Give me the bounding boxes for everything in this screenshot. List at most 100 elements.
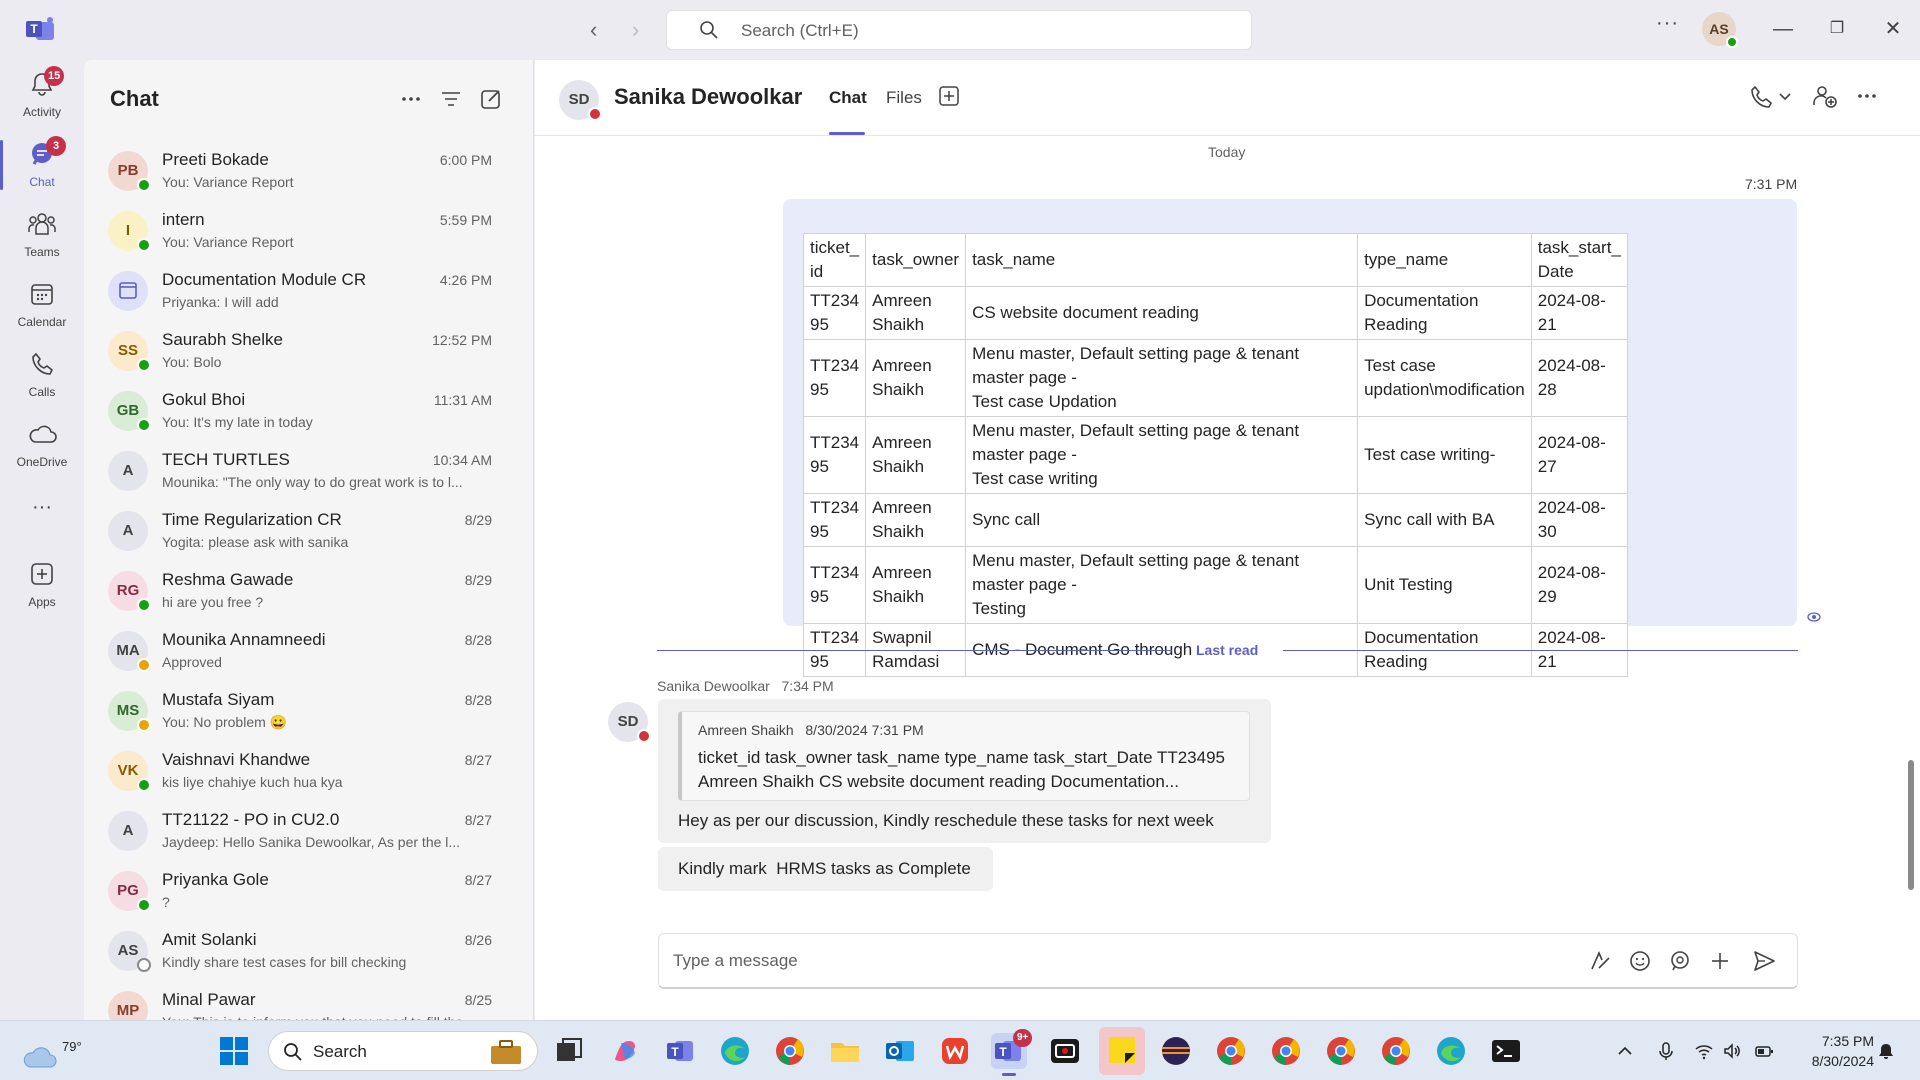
attach-plus-icon[interactable] (1707, 948, 1733, 974)
forward-arrow-icon[interactable]: › (632, 16, 639, 44)
outlook-icon[interactable] (882, 1033, 918, 1069)
windows-start-icon[interactable] (218, 1035, 250, 1067)
app-bar: Activity 15 Chat 3 Teams Calendar Calls … (0, 60, 84, 1020)
rail-more-button[interactable]: ··· (0, 490, 84, 530)
chrome-icon[interactable] (1378, 1033, 1414, 1069)
chat-list-item[interactable]: AS Amit Solanki Kindly share test cases fo… (96, 920, 518, 978)
table-cell: Sync call (965, 493, 1359, 547)
task-view-icon[interactable] (551, 1033, 587, 1069)
quoted-reply[interactable]: Amreen Shaikh 8/30/2024 7:31 PM ticket_i… (678, 711, 1250, 801)
edge-icon[interactable] (717, 1033, 753, 1069)
new-chat-icon[interactable] (478, 86, 504, 112)
tab-files[interactable]: Files (886, 88, 922, 108)
windows-taskbar: 79° Search T T 9+ 7:35 PM 8/30/2024 (0, 1020, 1920, 1080)
teams-classic-icon[interactable]: T (663, 1033, 699, 1069)
add-tab-icon[interactable] (937, 84, 961, 108)
search-input[interactable]: Search (Ctrl+E) (666, 10, 1252, 50)
settings-more-button[interactable]: ··· (1656, 12, 1679, 35)
back-arrow-icon[interactable]: ‹ (590, 16, 597, 44)
minimize-button[interactable]: — (1768, 14, 1798, 44)
rail-item-apps[interactable]: Apps (0, 552, 84, 618)
chat-list-pane: Chat PB Preeti Bokade You: Variance Report… (84, 60, 534, 1020)
chat-list-item[interactable]: A Time Regularization CR Yogita: please as… (96, 500, 518, 558)
teams-app-active[interactable]: T 9+ (991, 1029, 1033, 1076)
chat-list-item[interactable]: SS Saurabh Shelke You: Bolo 12:52 PM (96, 320, 518, 378)
emoji-icon[interactable] (1627, 948, 1653, 974)
table-cell: Test case writing- (1357, 416, 1532, 494)
table-cell: 2024-08-30 (1530, 493, 1628, 547)
chat-list-item[interactable]: PG Priyanka Gole? 8/27 (96, 860, 518, 918)
chat-list-item[interactable]: A TT21122 - PO in CU2.0 Jaydeep: Hello San… (96, 800, 518, 858)
contact-avatar[interactable]: SD (559, 80, 602, 121)
send-icon[interactable] (1751, 948, 1777, 974)
call-icon[interactable] (1747, 82, 1775, 110)
more-options-icon[interactable] (1853, 82, 1881, 110)
chat-list-item[interactable]: RG Reshma Gawade hi are you free ? 8/29 (96, 560, 518, 618)
close-button[interactable]: ✕ (1878, 14, 1908, 44)
format-icon[interactable] (1587, 948, 1613, 974)
chevron-down-icon[interactable] (1777, 82, 1793, 110)
message-input[interactable] (673, 948, 1473, 974)
rail-item-teams[interactable]: Teams (0, 202, 84, 268)
file-explorer-icon[interactable] (827, 1033, 863, 1069)
rail-item-calls[interactable]: Calls (0, 342, 84, 408)
chat-time: 8/26 (464, 932, 492, 948)
chat-list-item[interactable]: GB Gokul Bhoi You: It's my late in today 11… (96, 380, 518, 438)
microphone-icon[interactable] (1656, 1041, 1676, 1061)
incoming-message-bubble[interactable]: Amreen Shaikh 8/30/2024 7:31 PM ticket_i… (658, 699, 1271, 843)
notification-bell-icon[interactable] (1876, 1041, 1896, 1061)
chrome-icon[interactable] (1268, 1033, 1304, 1069)
chat-avatar: A (108, 451, 148, 491)
last-read-label: Last read (1196, 642, 1259, 658)
incoming-message-bubble[interactable]: Kindly mark HRMS tasks as Complete (658, 847, 993, 891)
chat-list-item[interactable]: VK Vaishnavi Khandwe kis liye chahiye kuch… (96, 740, 518, 798)
chrome-icon[interactable] (1323, 1033, 1359, 1069)
chat-list-item[interactable]: MA Mounika Annamneedi Approved 8/28 (96, 620, 518, 678)
chat-list-item[interactable]: Iintern You: Variance Report 5:59 PM (96, 200, 518, 258)
compose-box[interactable] (658, 933, 1798, 989)
chat-list-item[interactable]: A TECH TURTLES Mounika: "The only way to d… (96, 440, 518, 498)
weather-widget[interactable]: 79° (22, 1031, 82, 1071)
battery-icon[interactable] (1754, 1041, 1774, 1061)
system-clock[interactable]: 7:35 PM 8/30/2024 (1790, 1031, 1874, 1071)
loop-icon[interactable] (1667, 948, 1693, 974)
chat-list-item[interactable]: Documentation Module CR Priyanka: I will … (96, 260, 518, 318)
edge-icon[interactable] (1433, 1033, 1469, 1069)
my-message-bubble[interactable]: ticket_ id task_owner task_name type_name ta… (783, 199, 1797, 677)
chat-list-item[interactable]: MS Mustafa Siyam You: No problem 😀 8/28 (96, 680, 518, 738)
screen-recorder-icon[interactable] (1047, 1033, 1083, 1069)
chrome-icon[interactable] (1213, 1033, 1249, 1069)
chat-list-item[interactable]: MPMinal PawarYou: This is to inform you … (96, 980, 518, 1020)
chat-avatar: VK (108, 751, 151, 792)
restore-button[interactable]: ❐ (1822, 14, 1852, 44)
sticky-notes-app[interactable] (1099, 1027, 1145, 1075)
last-read-divider (1283, 650, 1798, 651)
more-options-icon[interactable] (398, 86, 424, 112)
chevron-up-icon[interactable] (1615, 1041, 1635, 1061)
profile-avatar[interactable]: AS (1702, 12, 1738, 48)
scrollbar-thumb[interactable] (1908, 760, 1914, 890)
taskbar-search[interactable]: Search (268, 1031, 538, 1071)
rail-item-chat[interactable]: Chat 3 (0, 132, 84, 198)
terminal-icon[interactable] (1488, 1033, 1524, 1069)
rail-item-activity[interactable]: Activity 15 (0, 62, 84, 128)
add-people-icon[interactable] (1811, 82, 1839, 110)
chat-time: 5:59 PM (439, 212, 492, 228)
volume-icon[interactable] (1722, 1041, 1742, 1061)
eclipse-icon[interactable] (1158, 1033, 1194, 1069)
copilot-icon[interactable] (607, 1033, 643, 1069)
rail-item-calendar[interactable]: Calendar (0, 272, 84, 338)
tab-chat[interactable]: Chat (829, 88, 867, 108)
chrome-icon[interactable] (772, 1033, 808, 1069)
sender-avatar[interactable]: SD (608, 702, 651, 743)
table-header-cell: task_name (965, 233, 1359, 287)
table-cell: Amreen Shaikh (865, 286, 967, 340)
filter-icon[interactable] (438, 86, 464, 112)
chat-preview: ? (162, 894, 170, 910)
wifi-icon[interactable] (1694, 1041, 1714, 1061)
avatar-initials: I (125, 222, 131, 239)
rail-item-onedrive[interactable]: OneDrive (0, 412, 84, 478)
quote-text: ticket_id task_owner task_name type_name… (698, 748, 1225, 791)
wps-office-icon[interactable] (937, 1033, 973, 1069)
chat-list-item[interactable]: PB Preeti Bokade You: Variance Report 6:00 … (96, 140, 518, 198)
